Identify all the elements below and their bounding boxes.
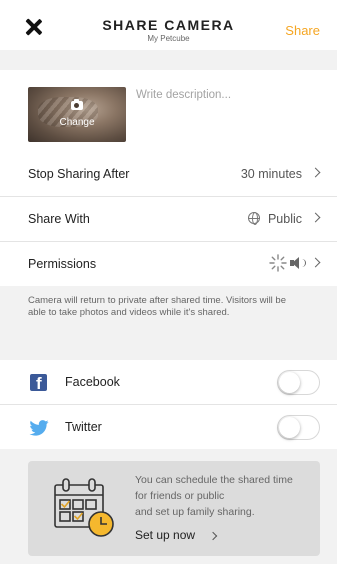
description-block: Change — [0, 70, 337, 152]
speaker-icon — [290, 257, 300, 269]
chevron-right-icon — [208, 531, 218, 541]
share-with-label: Share With — [28, 212, 90, 226]
globe-icon — [248, 212, 260, 225]
chevron-right-icon — [310, 212, 321, 223]
facebook-icon — [30, 374, 47, 391]
stop-sharing-label: Stop Sharing After — [28, 167, 130, 181]
stop-sharing-value: 30 minutes — [240, 167, 302, 181]
facebook-label: Facebook — [65, 375, 120, 389]
header: SHARE CAMERA My Petcube Share — [0, 0, 337, 50]
promo-line: and set up family sharing. — [135, 506, 255, 518]
twitter-row: Twitter — [0, 405, 337, 449]
sparkle-icon — [269, 254, 287, 272]
stop-sharing-row[interactable]: Stop Sharing After 30 minutes — [0, 152, 337, 196]
chevron-right-icon — [310, 167, 321, 178]
promo-text: You can schedule the shared time for fri… — [135, 472, 315, 520]
change-photo-label: Change — [59, 117, 95, 128]
facebook-row: Facebook — [0, 360, 337, 404]
schedule-promo-card: You can schedule the shared time for fri… — [28, 461, 320, 556]
camera-thumbnail[interactable]: Change — [28, 87, 126, 142]
twitter-icon — [29, 420, 49, 436]
permissions-row[interactable]: Permissions — [0, 242, 337, 286]
sharing-info-note: Camera will return to private after shar… — [28, 295, 287, 318]
chevron-right-icon — [310, 257, 321, 268]
share-with-row[interactable]: Share With Public — [0, 197, 337, 241]
twitter-toggle[interactable] — [277, 415, 320, 440]
set-up-now-link[interactable]: Set up now — [135, 528, 195, 542]
speaker-wave-icon — [301, 259, 306, 267]
promo-line: You can schedule the shared time — [135, 474, 293, 486]
share-with-value: Public — [267, 212, 302, 226]
description-input[interactable] — [136, 89, 316, 101]
share-button[interactable]: Share — [285, 23, 320, 38]
facebook-toggle[interactable] — [277, 370, 320, 395]
camera-icon — [71, 99, 83, 110]
promo-line: for friends or public — [135, 490, 225, 502]
calendar-clock-icon — [52, 475, 118, 541]
twitter-label: Twitter — [65, 420, 102, 434]
permissions-label: Permissions — [28, 257, 97, 271]
